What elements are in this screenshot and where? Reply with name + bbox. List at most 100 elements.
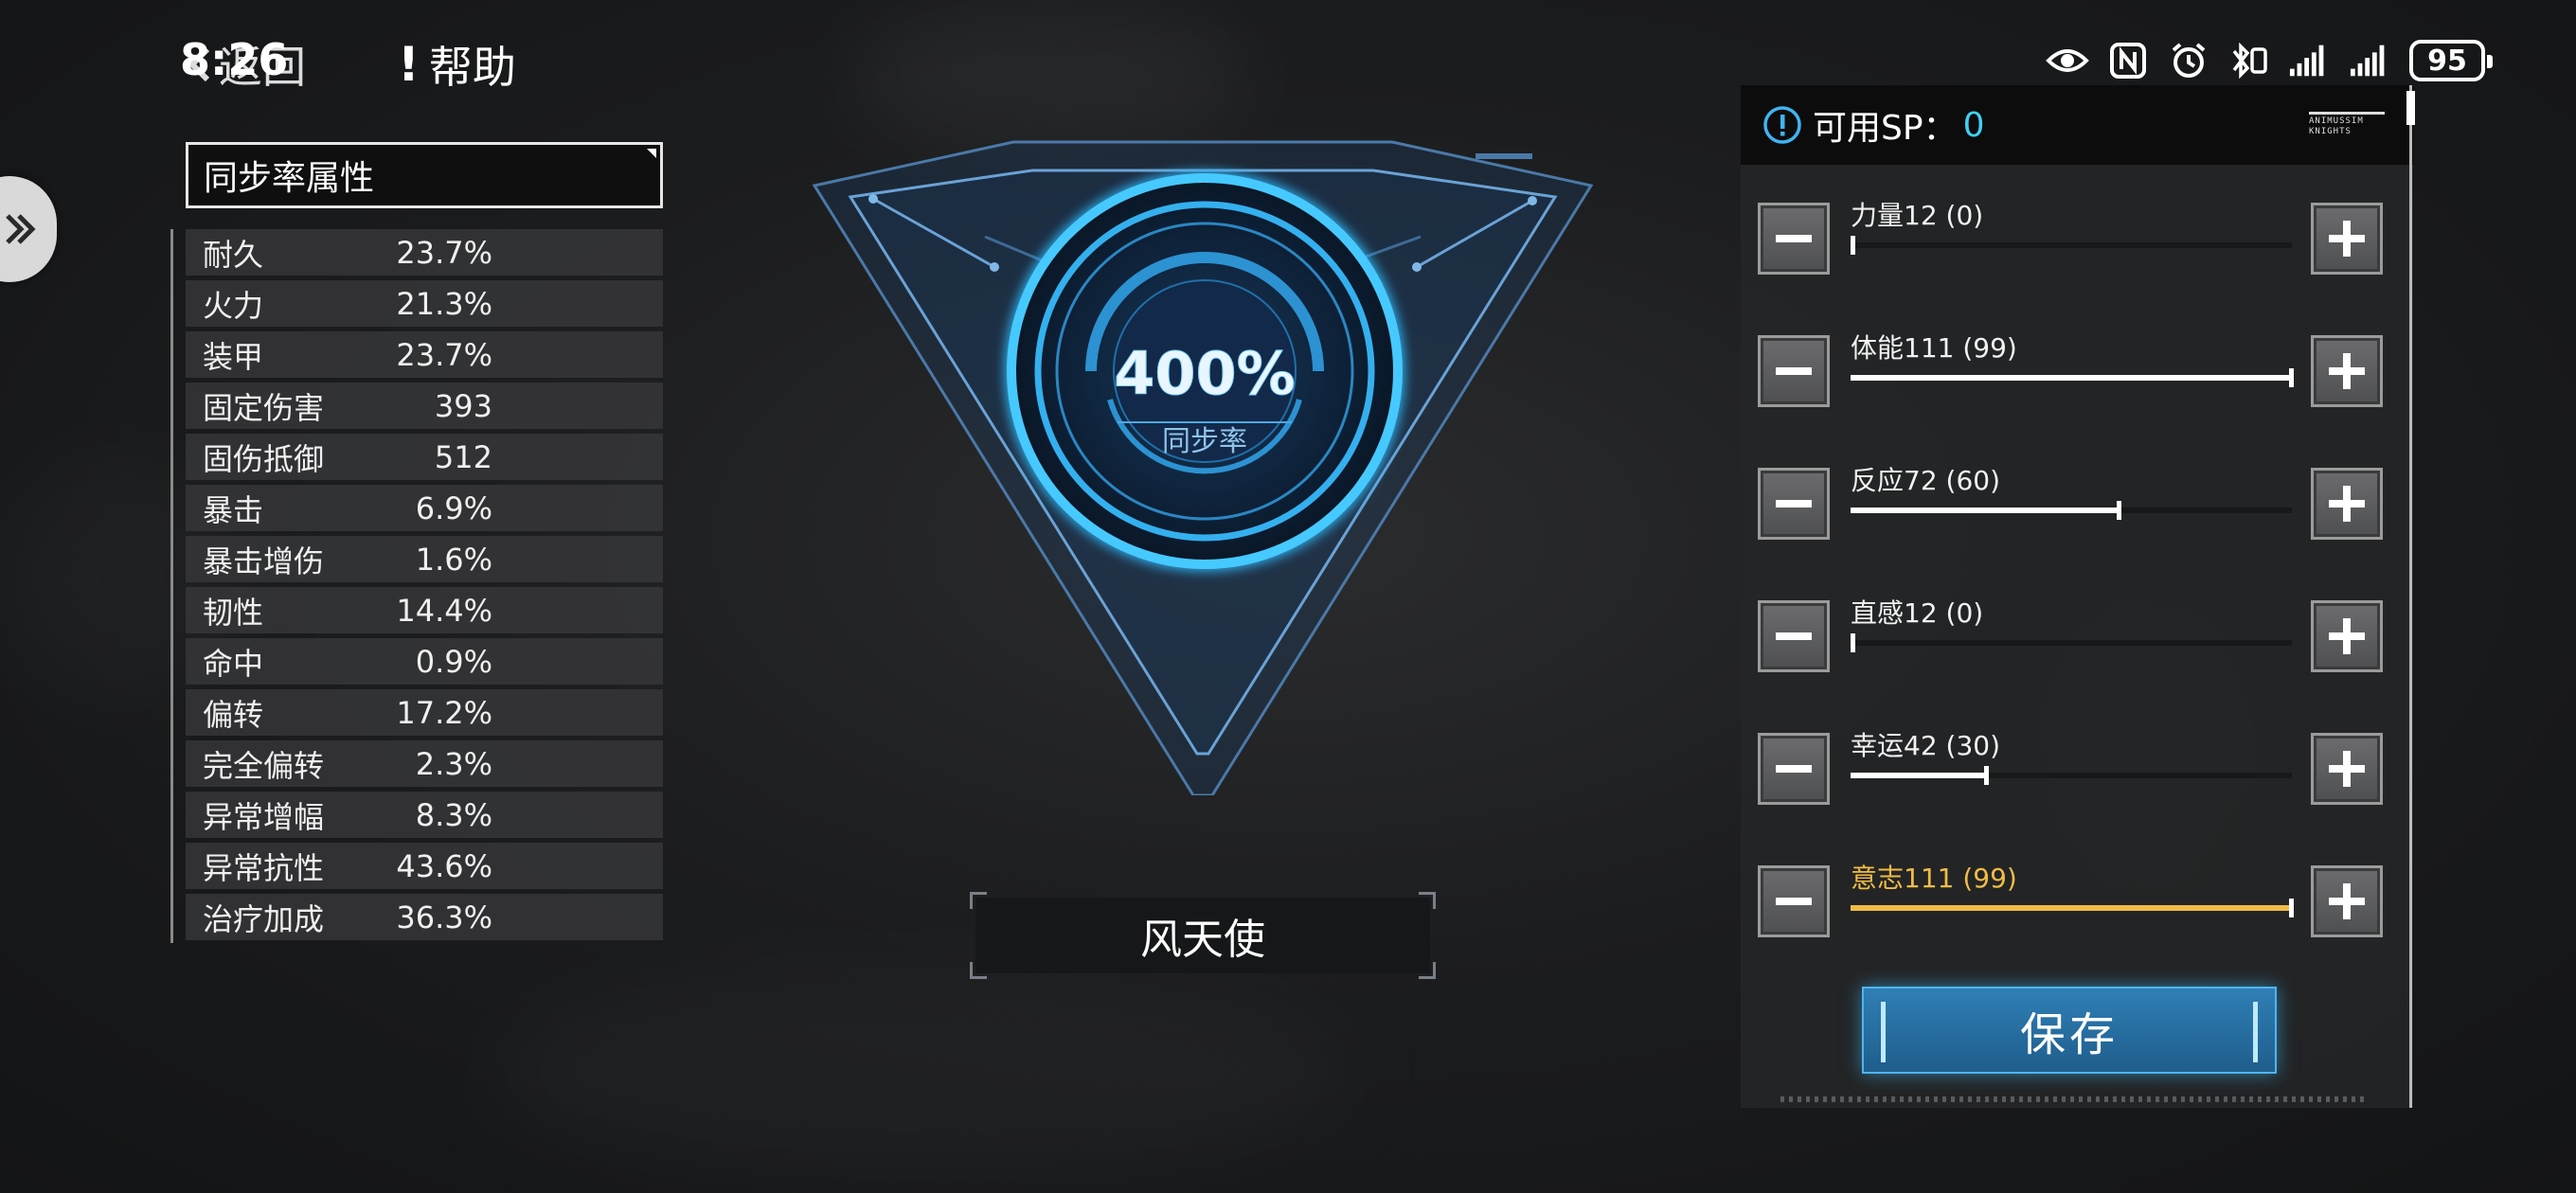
attribute-name: 固伤抵御 — [203, 440, 325, 477]
attribute-value: 2.3% — [415, 745, 492, 782]
attributes-title: 同步率属性 — [186, 142, 663, 208]
decrease-button[interactable] — [1758, 468, 1830, 540]
eye-icon — [2046, 39, 2089, 82]
attribute-value: 21.3% — [396, 285, 492, 322]
exclamation-icon: ! — [398, 37, 420, 92]
battery-indicator: 95 — [2409, 40, 2493, 81]
character-name: 风天使 — [1140, 916, 1265, 964]
save-button[interactable]: 保存 — [1862, 987, 2277, 1074]
alarm-icon — [2167, 39, 2210, 82]
stat-label: 幸运42 (30) — [1851, 730, 2001, 761]
nfc-icon — [2106, 39, 2150, 82]
attribute-value: 8.3% — [415, 796, 492, 833]
stat-bar-marker — [2289, 899, 2294, 917]
attribute-name: 固定伤害 — [203, 389, 325, 426]
increase-button[interactable] — [2311, 203, 2383, 275]
attribute-row: 偏转 17.2% — [186, 689, 663, 736]
stat-label: 体能111 (99) — [1851, 332, 2017, 364]
stat-label: 力量12 (0) — [1851, 200, 1984, 231]
save-label: 保存 — [2019, 1008, 2119, 1061]
decrease-button[interactable] — [1758, 203, 1830, 275]
attribute-name: 异常抗性 — [203, 849, 325, 886]
attribute-row: 固定伤害 393 — [186, 383, 663, 429]
stat-bar — [1851, 766, 2292, 785]
attribute-name: 命中 — [203, 645, 264, 682]
sync-rate-emblem: 400% 同步率 — [812, 140, 1594, 795]
attribute-name: 偏转 — [203, 696, 264, 733]
stat-row: 幸运42 (30) — [1758, 712, 2383, 816]
decrease-button[interactable] — [1758, 335, 1830, 407]
attribute-name: 异常增幅 — [203, 798, 325, 835]
signal-icon — [2288, 39, 2332, 82]
attribute-value: 393 — [434, 387, 492, 424]
attribute-value: 14.4% — [396, 592, 492, 629]
status-bar: 95 — [2046, 34, 2519, 87]
increase-button[interactable] — [2311, 865, 2383, 937]
attribute-name: 耐久 — [203, 236, 264, 273]
attribute-value: 512 — [434, 438, 492, 475]
minus-icon — [1776, 500, 1812, 507]
attribute-value: 23.7% — [396, 336, 492, 373]
decrease-button[interactable] — [1758, 733, 1830, 805]
stat-bar-fill — [1851, 905, 2292, 911]
attribute-value: 0.9% — [415, 643, 492, 680]
scrollbar-thumb[interactable] — [2406, 91, 2415, 125]
sp-label: 可用SP： — [1813, 109, 1958, 148]
attribute-value: 1.6% — [415, 541, 492, 578]
attribute-row: 耐久 23.7% — [186, 229, 663, 276]
minus-icon — [1776, 235, 1812, 242]
attribute-name: 暴击增伤 — [203, 543, 325, 579]
attribute-name: 韧性 — [203, 594, 264, 631]
increase-button[interactable] — [2311, 335, 2383, 407]
attributes-rail — [170, 229, 173, 943]
stat-label: 直感12 (0) — [1851, 597, 1984, 629]
status-time: 8:26 — [180, 34, 289, 85]
increase-button[interactable] — [2311, 468, 2383, 540]
attribute-row: 火力 21.3% — [186, 280, 663, 327]
stat-label: 意志111 (99) — [1851, 863, 2017, 894]
stat-row: 意志111 (99) — [1758, 845, 2383, 949]
attribute-value: 36.3% — [396, 899, 492, 935]
attributes-list: 耐久 23.7% 火力 21.3% 装甲 23.7% 固定伤害 393 固伤抵御 512 … — [186, 229, 663, 945]
info-icon — [1763, 106, 1801, 144]
attribute-row: 治疗加成 36.3% — [186, 894, 663, 940]
decrease-button[interactable] — [1758, 600, 1830, 672]
attribute-name: 火力 — [203, 287, 264, 324]
decrease-button[interactable] — [1758, 865, 1830, 937]
sync-percent: 400% — [1114, 339, 1296, 408]
attribute-row: 命中 0.9% — [186, 638, 663, 685]
side-expand-tab[interactable] — [0, 176, 57, 282]
attribute-value: 43.6% — [396, 847, 492, 884]
character-name-plate: 风天使 — [970, 892, 1436, 979]
stat-label: 反应72 (60) — [1851, 465, 2001, 496]
attribute-row: 完全偏转 2.3% — [186, 740, 663, 787]
signal-icon — [2349, 39, 2392, 82]
stat-row: 力量12 (0) — [1758, 182, 2383, 286]
stat-bar — [1851, 236, 2292, 255]
minus-icon — [1776, 898, 1812, 905]
increase-button[interactable] — [2311, 733, 2383, 805]
stat-bar-fill — [1851, 773, 1987, 778]
sync-label: 同步率 — [1162, 425, 1247, 458]
attribute-row: 韧性 14.4% — [186, 587, 663, 633]
stat-bar-marker — [2289, 368, 2294, 387]
sp-header: 可用SP： 0 ANIMUSSIM KNIGHTS — [1741, 85, 2413, 165]
attribute-row: 固伤抵御 512 — [186, 434, 663, 480]
stat-row: 体能111 (99) — [1758, 314, 2383, 418]
minus-icon — [1776, 367, 1812, 375]
attribute-row: 暴击增伤 1.6% — [186, 536, 663, 582]
stat-bar — [1851, 501, 2292, 520]
scrollbar-track[interactable] — [2409, 85, 2412, 1108]
minus-icon — [1776, 632, 1812, 640]
stat-row: 反应72 (60) — [1758, 447, 2383, 551]
attribute-value: 17.2% — [396, 694, 492, 731]
increase-button[interactable] — [2311, 600, 2383, 672]
attribute-row: 异常增幅 8.3% — [186, 792, 663, 838]
help-button[interactable]: ! 帮助 — [398, 34, 516, 95]
attribute-name: 暴击 — [203, 491, 264, 528]
attribute-value: 6.9% — [415, 490, 492, 526]
attribute-name: 装甲 — [203, 338, 264, 375]
double-chevron-right-icon — [6, 214, 36, 244]
brand-logo: ANIMUSSIM KNIGHTS — [2309, 112, 2385, 137]
help-label: 帮助 — [428, 42, 516, 93]
